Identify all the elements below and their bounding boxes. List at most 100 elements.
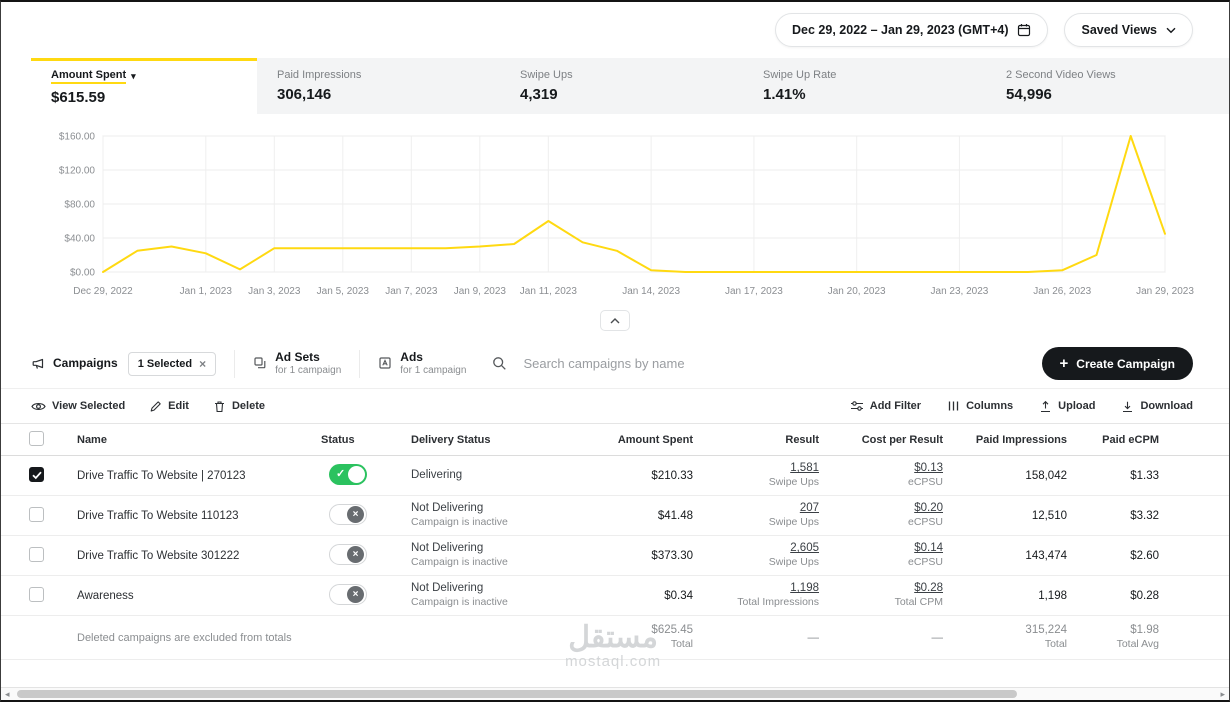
campaigns-table: Name Status Delivery Status Amount Spent… xyxy=(1,424,1229,660)
result-sub: Swipe Ups xyxy=(768,516,819,529)
spend-line-chart: $0.00 $40.00 $80.00 $120.00 $160.00 Dec 29, 2… xyxy=(59,132,1195,298)
status-toggle[interactable]: × xyxy=(329,543,367,565)
total-amount-spent-sub: Total xyxy=(670,638,693,651)
amount-spent-cell: $373.30 xyxy=(651,549,693,562)
delivery-status: Delivering xyxy=(411,469,463,482)
delivery-status: Not Delivering xyxy=(411,582,484,595)
upload-icon xyxy=(1041,400,1051,412)
date-range-picker[interactable]: Dec 29, 2022 – Jan 29, 2023 (GMT+4) xyxy=(775,13,1049,47)
create-campaign-button[interactable]: + Create Campaign xyxy=(1041,347,1193,380)
cost-per-result-link[interactable]: $0.14 xyxy=(914,542,943,554)
check-icon xyxy=(32,471,42,479)
campaign-name[interactable]: Drive Traffic To Website 301222 xyxy=(69,550,321,562)
result-link[interactable]: 207 xyxy=(800,502,819,514)
scrollbar-thumb[interactable] xyxy=(17,690,1017,698)
metric-value: $615.59 xyxy=(51,89,106,106)
cost-per-result-sub: eCPSU xyxy=(907,476,943,489)
toggle-x-icon: × xyxy=(352,589,359,600)
row-checkbox[interactable] xyxy=(29,466,44,482)
columns-button[interactable]: Columns xyxy=(947,400,1013,413)
chevron-down-icon xyxy=(1166,27,1176,33)
edit-button[interactable]: Edit xyxy=(149,400,189,413)
saved-views-button[interactable]: Saved Views xyxy=(1064,13,1193,47)
selected-filter-chip[interactable]: 1 Selected × xyxy=(127,351,217,376)
metric-2s-video-views[interactable]: 2 Second Video Views 54,996 xyxy=(986,58,1229,114)
metric-swipe-ups[interactable]: Swipe Ups 4,319 xyxy=(500,58,743,114)
megaphone-icon xyxy=(32,358,44,369)
tab-campaigns-label: Campaigns xyxy=(53,355,118,370)
toggle-knob xyxy=(348,465,365,483)
scroll-right-icon[interactable]: ▸ xyxy=(1220,688,1225,700)
tab-ad-sets[interactable]: Ad Sets for 1 campaign xyxy=(253,349,341,376)
tab-ad-sets-label: Ad Sets xyxy=(275,349,320,364)
campaign-name[interactable]: Drive Traffic To Website | 270123 xyxy=(69,470,321,482)
delete-label: Delete xyxy=(231,400,265,412)
status-toggle[interactable]: × xyxy=(329,583,367,605)
download-button[interactable]: Download xyxy=(1121,400,1193,413)
campaign-row[interactable]: Drive Traffic To Website 110123 × Not De… xyxy=(1,496,1229,536)
total-ecpm-sub: Total Avg xyxy=(1116,638,1159,651)
paid-impressions-cell: 143,474 xyxy=(1025,549,1067,562)
svg-text:$120.00: $120.00 xyxy=(59,166,96,177)
status-toggle[interactable]: ✓ xyxy=(329,463,367,485)
col-cost-per-result: Cost per Result xyxy=(861,433,943,446)
collapse-chart-button[interactable] xyxy=(600,310,630,331)
campaign-row[interactable]: Awareness × Not Delivering Campaign is i… xyxy=(1,576,1229,616)
campaign-name[interactable]: Drive Traffic To Website 110123 xyxy=(69,510,321,522)
paid-impressions-cell: 12,510 xyxy=(1031,509,1067,522)
columns-label: Columns xyxy=(966,400,1014,412)
svg-text:$160.00: $160.00 xyxy=(59,132,96,143)
tab-campaigns[interactable]: Campaigns xyxy=(31,355,118,371)
remove-filter-icon[interactable]: × xyxy=(199,357,206,371)
cost-per-result-link[interactable]: $0.13 xyxy=(914,462,943,474)
total-amount-spent: $625.45 xyxy=(651,624,693,637)
svg-text:Jan 29, 2023: Jan 29, 2023 xyxy=(1136,286,1194,297)
campaign-row[interactable]: Drive Traffic To Website 301222 × Not De… xyxy=(1,536,1229,576)
svg-text:Jan 17, 2023: Jan 17, 2023 xyxy=(725,286,783,297)
spend-chart: $0.00 $40.00 $80.00 $120.00 $160.00 Dec 29, 2… xyxy=(1,114,1229,306)
view-selected-button[interactable]: View Selected xyxy=(31,400,125,412)
toggle-knob: × xyxy=(347,586,364,603)
metric-label: Swipe Up Rate xyxy=(763,69,837,81)
filter-icon xyxy=(850,401,863,411)
svg-text:Jan 20, 2023: Jan 20, 2023 xyxy=(828,286,886,297)
toggle-x-icon: × xyxy=(352,509,359,520)
select-all-checkbox[interactable] xyxy=(29,430,44,446)
caret-down-icon: ▾ xyxy=(131,71,136,81)
date-range-label: Dec 29, 2022 – Jan 29, 2023 (GMT+4) xyxy=(792,23,1009,37)
col-result: Result xyxy=(785,433,819,446)
result-link[interactable]: 2,605 xyxy=(790,542,819,554)
add-filter-button[interactable]: Add Filter xyxy=(850,400,921,413)
svg-text:Jan 26, 2023: Jan 26, 2023 xyxy=(1033,286,1091,297)
scroll-left-icon[interactable]: ◂ xyxy=(5,688,10,700)
result-link[interactable]: 1,581 xyxy=(790,462,819,474)
campaign-row[interactable]: Drive Traffic To Website | 270123 ✓ Deli… xyxy=(1,456,1229,496)
toggle-check-icon: ✓ xyxy=(336,467,346,480)
row-checkbox[interactable] xyxy=(29,506,44,522)
cost-per-result-link[interactable]: $0.20 xyxy=(914,502,943,514)
svg-text:$40.00: $40.00 xyxy=(64,234,95,245)
upload-button[interactable]: Upload xyxy=(1039,400,1095,413)
result-link[interactable]: 1,198 xyxy=(790,582,819,594)
row-checkbox[interactable] xyxy=(29,546,44,562)
cost-per-result-link[interactable]: $0.28 xyxy=(914,582,943,594)
table-toolbar: View Selected Edit Delete Add Filter Col… xyxy=(1,388,1229,424)
metric-paid-impressions[interactable]: Paid Impressions 306,146 xyxy=(257,58,500,114)
horizontal-scrollbar[interactable]: ◂ ▸ xyxy=(1,687,1229,700)
metric-swipe-up-rate[interactable]: Swipe Up Rate 1.41% xyxy=(743,58,986,114)
metric-value: 4,319 xyxy=(520,86,558,103)
tab-ads[interactable]: Ads for 1 campaign xyxy=(378,349,466,376)
metric-amount-spent[interactable]: Amount Spent ▾ $615.59 xyxy=(31,58,257,114)
delivery-status-sub: Campaign is inactive xyxy=(411,516,508,529)
saved-views-label: Saved Views xyxy=(1081,23,1157,37)
cost-per-result-sub: eCPSU xyxy=(907,516,943,529)
row-checkbox[interactable] xyxy=(29,586,44,602)
amount-spent-cell: $0.34 xyxy=(664,589,693,602)
tab-ads-label: Ads xyxy=(400,349,423,364)
delete-button[interactable]: Delete xyxy=(213,400,265,413)
col-paid-ecpm: Paid eCPM xyxy=(1102,433,1159,446)
paid-impressions-cell: 1,198 xyxy=(1038,589,1067,602)
search-input[interactable] xyxy=(523,356,1018,371)
status-toggle[interactable]: × xyxy=(329,503,367,525)
campaign-name[interactable]: Awareness xyxy=(69,590,321,602)
